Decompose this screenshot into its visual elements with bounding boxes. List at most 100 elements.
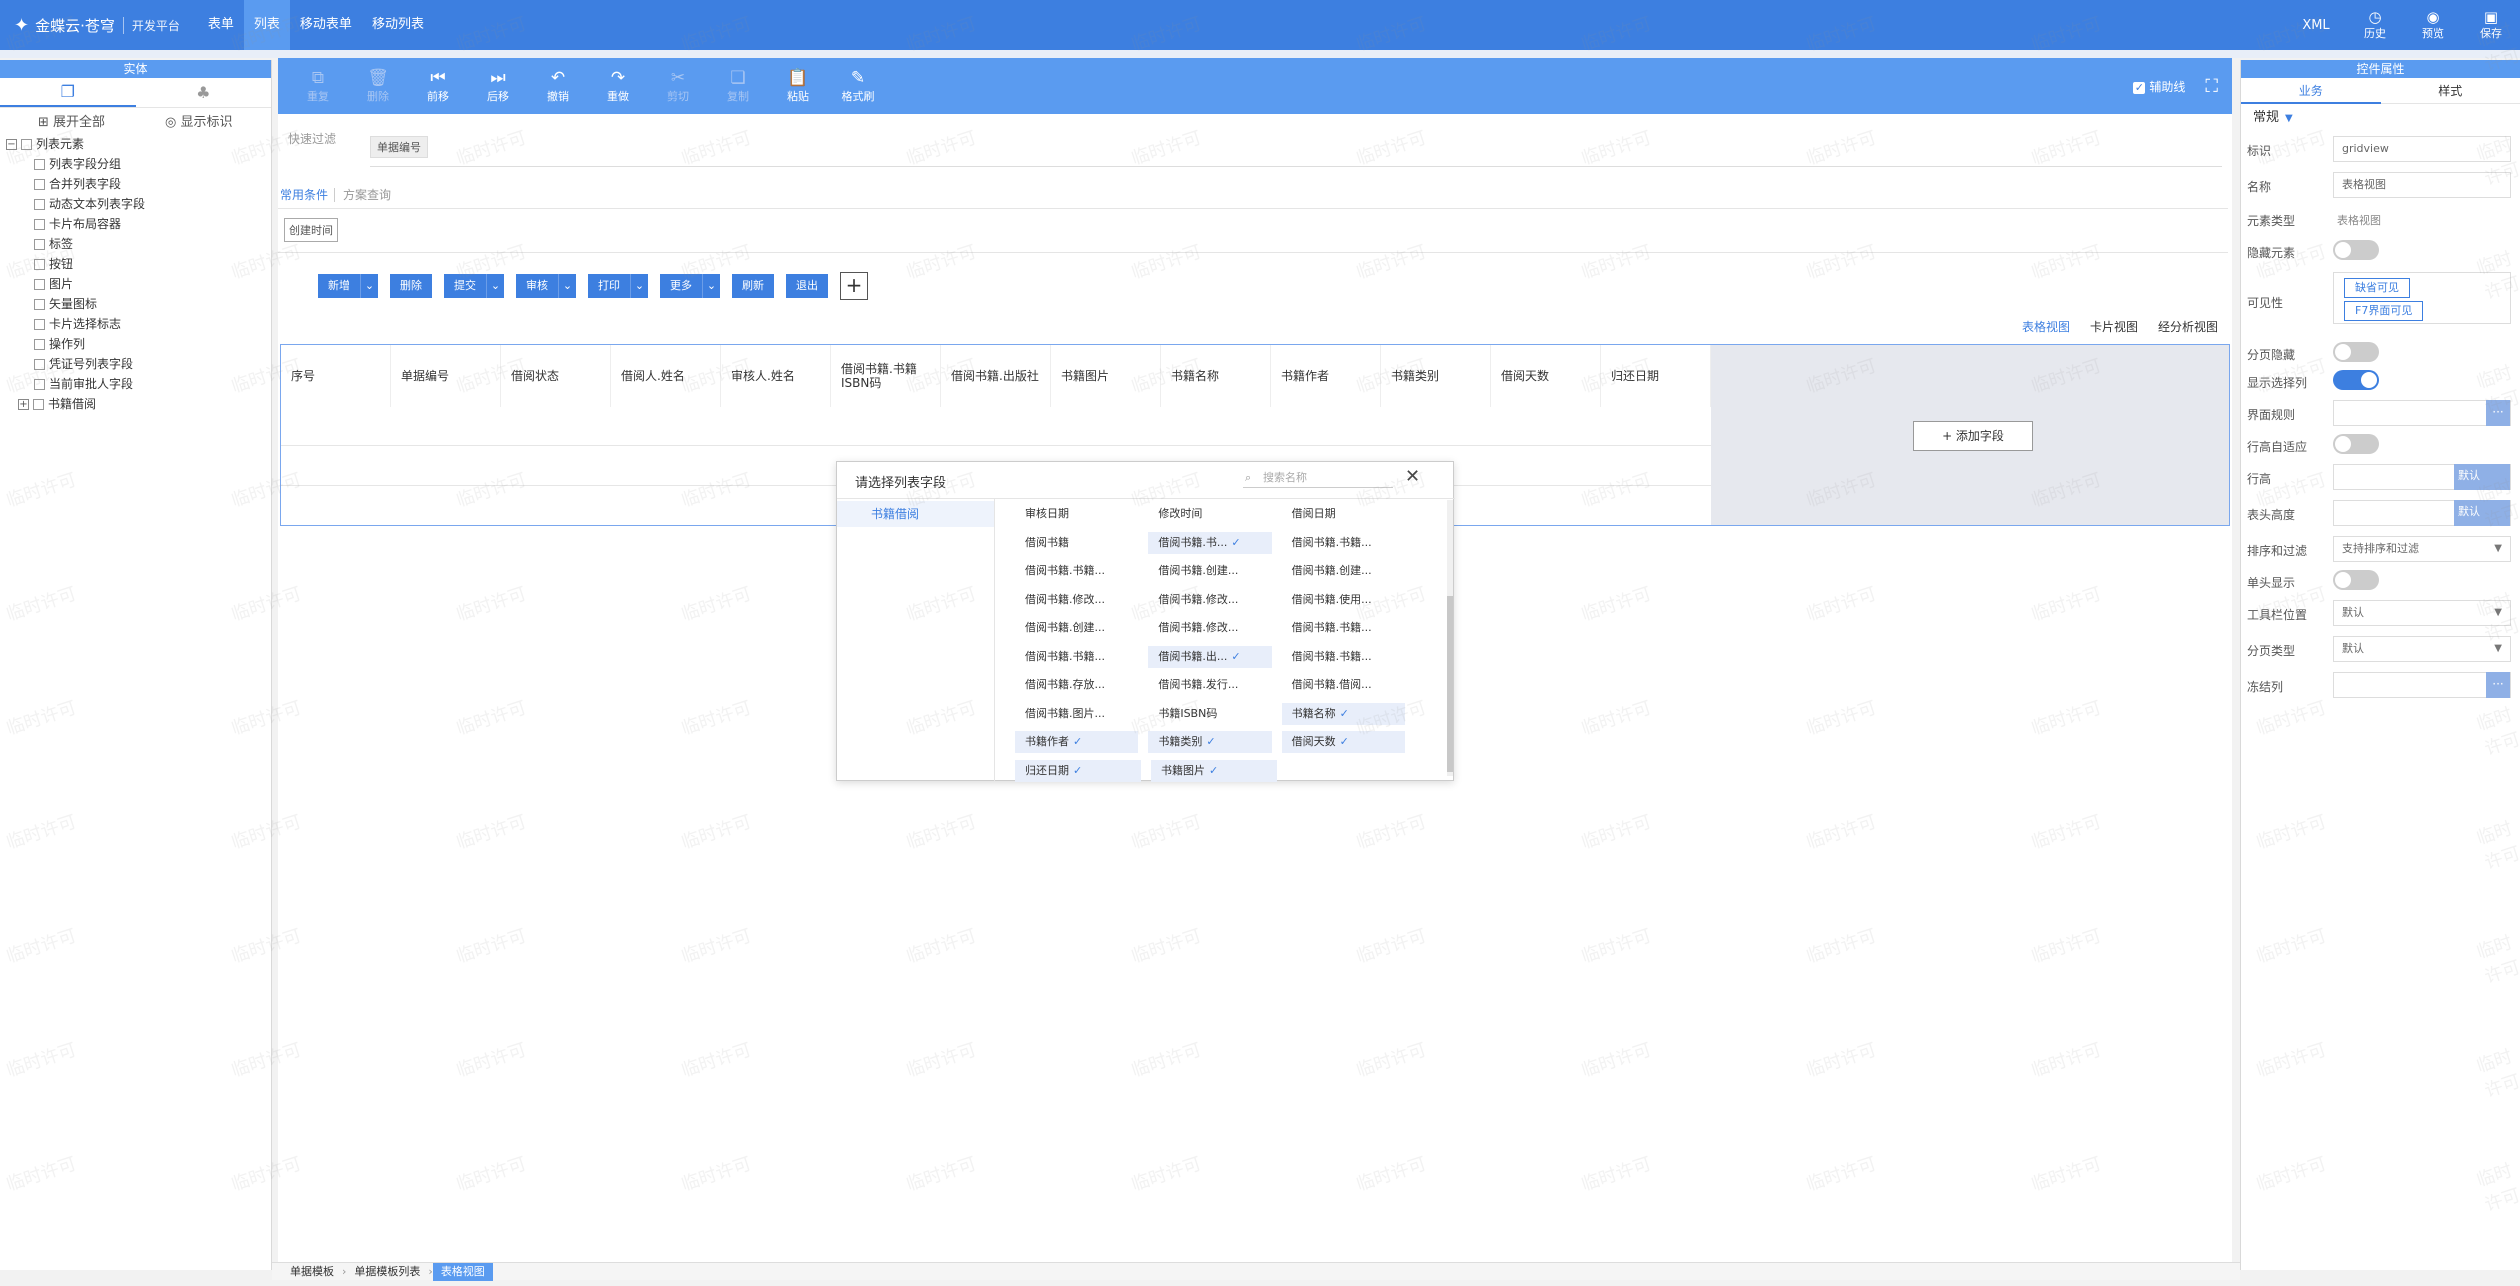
field-option[interactable]: 借阅书籍.修改... xyxy=(1148,589,1271,611)
field-option[interactable]: 借阅书籍.书籍... xyxy=(1282,532,1405,554)
visible-tag-f7[interactable]: F7界面可见 xyxy=(2344,301,2424,321)
field-option[interactable]: 借阅书籍.书籍... xyxy=(1015,646,1138,668)
toolbar-button[interactable]: 🗑 删除 xyxy=(348,68,408,104)
tab-elements[interactable]: ❐ xyxy=(0,78,136,107)
field-option[interactable]: 借阅书籍.发行... xyxy=(1148,674,1271,696)
tab-table-view[interactable]: 表格视图 xyxy=(2022,318,2070,335)
field-option[interactable]: 借阅书籍.创建... xyxy=(1148,560,1271,582)
tab-card-view[interactable]: 卡片视图 xyxy=(2090,318,2138,335)
tree-node[interactable]: 当前审批人字段 xyxy=(0,374,271,394)
column-header[interactable]: 书籍名称 xyxy=(1161,345,1271,407)
action-button[interactable]: 新增 ⌄ xyxy=(318,274,378,298)
prop-ui-rule-input[interactable]: ··· xyxy=(2333,400,2511,426)
column-header[interactable]: 序号 xyxy=(281,345,391,407)
column-header[interactable]: 借阅书籍.出版社 xyxy=(941,345,1051,407)
field-option[interactable]: 借阅书籍.书籍... xyxy=(1015,560,1138,582)
save-button[interactable]: ▣ 保存 xyxy=(2462,9,2520,41)
tree-node-root[interactable]: − 列表元素 xyxy=(0,134,271,154)
tab-style[interactable]: 样式 xyxy=(2380,78,2520,104)
chevron-down-icon[interactable]: ⌄ xyxy=(360,274,378,298)
collapse-icon[interactable]: − xyxy=(6,138,17,150)
column-header[interactable]: 单据编号 xyxy=(391,345,501,407)
chevron-down-icon[interactable]: ⌄ xyxy=(486,274,504,298)
field-option[interactable]: 借阅书籍.存放... xyxy=(1015,674,1138,696)
field-option[interactable]: 借阅书籍.修改... xyxy=(1015,589,1138,611)
xml-button[interactable]: XML xyxy=(2286,18,2346,33)
prop-row-auto-toggle[interactable] xyxy=(2333,434,2379,454)
prop-page-hide-toggle[interactable] xyxy=(2333,342,2379,362)
checkbox[interactable] xyxy=(34,358,45,370)
action-button[interactable]: 删除 xyxy=(390,274,432,298)
field-option[interactable]: 书籍类别 ✓ xyxy=(1148,731,1272,754)
prop-name-input[interactable]: 表格视图 xyxy=(2333,172,2511,198)
date-filter-chip[interactable]: 创建时间 xyxy=(284,218,338,242)
nav-mobile-form[interactable]: 移动表单 xyxy=(290,0,362,50)
checkbox[interactable] xyxy=(33,398,44,410)
breadcrumb-item-current[interactable]: 表格视图 xyxy=(432,1262,493,1281)
field-option[interactable]: 书籍作者 ✓ xyxy=(1015,731,1139,754)
tab-structure[interactable]: ♣ xyxy=(136,78,272,107)
action-button[interactable]: 退出 xyxy=(786,274,828,298)
search-input[interactable]: ⌕ 搜索名称 xyxy=(1243,468,1393,488)
guide-line-toggle[interactable]: ✓ 辅助线 xyxy=(2133,78,2185,95)
prop-visible-box[interactable]: 缺省可见 F7界面可见 xyxy=(2333,272,2511,324)
field-option[interactable]: 借阅书籍.书籍... xyxy=(1282,617,1405,639)
field-option[interactable]: 修改时间 xyxy=(1148,503,1271,525)
field-option[interactable]: 借阅书籍.使用... xyxy=(1282,589,1405,611)
column-header[interactable]: 书籍类别 xyxy=(1381,345,1491,407)
tree-node[interactable]: 标签 xyxy=(0,234,271,254)
column-header[interactable]: 书籍图片 xyxy=(1051,345,1161,407)
toolbar-button[interactable]: ⏮ 前移 xyxy=(408,68,468,104)
tree-node[interactable]: 图片 xyxy=(0,274,271,294)
preview-button[interactable]: ◉ 预览 xyxy=(2404,9,2462,41)
toolbar-button[interactable]: ❏ 复制 xyxy=(708,68,768,104)
checkbox[interactable] xyxy=(34,318,45,330)
category-item[interactable]: 书籍借阅 xyxy=(837,501,994,527)
prop-page-type-select[interactable]: 默认 ▼ xyxy=(2333,636,2511,662)
prop-id-input[interactable]: gridview xyxy=(2333,136,2511,162)
breadcrumb-item[interactable]: 单据模板 xyxy=(282,1263,342,1281)
checkbox[interactable] xyxy=(34,338,45,350)
action-button[interactable]: 打印 ⌄ xyxy=(588,274,648,298)
checkbox[interactable] xyxy=(34,178,45,190)
checkbox[interactable] xyxy=(21,138,32,150)
tree-node[interactable]: 合并列表字段 xyxy=(0,174,271,194)
checkbox[interactable] xyxy=(34,298,45,310)
column-header[interactable]: 借阅人.姓名 xyxy=(611,345,721,407)
column-header[interactable]: 书籍作者 xyxy=(1271,345,1381,407)
field-option[interactable]: 借阅天数 ✓ xyxy=(1281,731,1405,754)
brand-logo[interactable]: ✦ 金蝶云·苍穹 开发平台 xyxy=(0,0,180,50)
property-group-general[interactable]: 常规 ▼ xyxy=(2241,108,2520,128)
field-option[interactable]: 借阅书籍.修改... xyxy=(1148,617,1271,639)
chevron-down-icon[interactable]: ⌄ xyxy=(630,274,648,298)
action-button[interactable]: 更多 ⌄ xyxy=(660,274,720,298)
tree-node[interactable]: 凭证号列表字段 xyxy=(0,354,271,374)
row-height-default-select[interactable]: 默认 xyxy=(2454,464,2510,490)
checkbox[interactable] xyxy=(34,198,45,210)
checkbox[interactable] xyxy=(34,218,45,230)
field-option[interactable]: 书籍名称 ✓ xyxy=(1281,702,1405,725)
field-option[interactable]: 借阅书籍.借阅... xyxy=(1282,674,1405,696)
nav-form[interactable]: 表单 xyxy=(198,0,244,50)
column-header[interactable]: 借阅天数 xyxy=(1491,345,1601,407)
prop-show-select-toggle[interactable] xyxy=(2333,370,2379,390)
tab-common-conditions[interactable]: 常用条件 xyxy=(280,188,328,202)
checkbox[interactable] xyxy=(34,378,45,390)
prop-freeze-input[interactable]: ··· xyxy=(2333,672,2511,698)
field-option[interactable]: 借阅书籍.图片... xyxy=(1015,703,1138,725)
toolbar-button[interactable]: ✂ 剪切 xyxy=(648,68,708,104)
scrollbar[interactable] xyxy=(1447,500,1453,776)
field-option[interactable]: 归还日期 ✓ xyxy=(1015,759,1141,782)
breadcrumb-item[interactable]: 单据模板列表 xyxy=(346,1263,428,1281)
field-option[interactable]: 借阅书籍.创建... xyxy=(1282,560,1405,582)
tree-node-borrow[interactable]: + 书籍借阅 xyxy=(0,394,271,414)
chevron-down-icon[interactable]: ⌄ xyxy=(702,274,720,298)
toolbar-button[interactable]: ↷ 重做 xyxy=(588,68,648,104)
more-icon[interactable]: ··· xyxy=(2486,672,2510,698)
checkbox[interactable] xyxy=(34,278,45,290)
field-option[interactable]: 借阅日期 xyxy=(1282,503,1405,525)
field-option[interactable]: 借阅书籍.出... ✓ xyxy=(1148,645,1272,668)
nav-mobile-list[interactable]: 移动列表 xyxy=(362,0,434,50)
checkbox[interactable] xyxy=(34,258,45,270)
tree-node[interactable]: 操作列 xyxy=(0,334,271,354)
